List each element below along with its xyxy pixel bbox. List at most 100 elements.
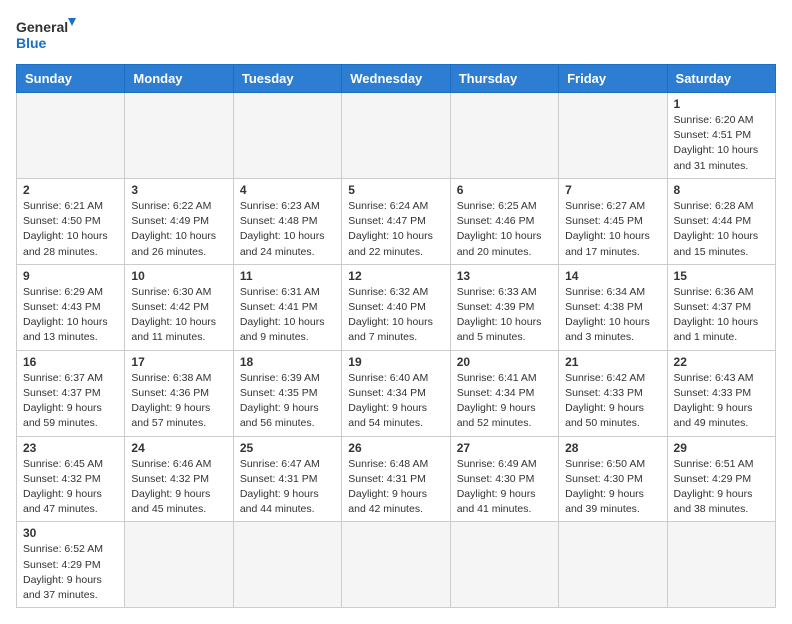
day-info: Sunrise: 6:43 AMSunset: 4:33 PMDaylight:… [674,371,769,432]
day-info: Sunrise: 6:50 AMSunset: 4:30 PMDaylight:… [565,457,660,518]
day-info: Sunrise: 6:23 AMSunset: 4:48 PMDaylight:… [240,199,335,260]
calendar-cell [450,522,558,608]
calendar-cell [233,522,341,608]
calendar-cell: 22 Sunrise: 6:43 AMSunset: 4:33 PMDayligh… [667,350,775,436]
day-number: 23 [23,441,118,455]
calendar-cell: 11 Sunrise: 6:31 AMSunset: 4:41 PMDayligh… [233,264,341,350]
day-number: 5 [348,183,443,197]
calendar-cell: 2 Sunrise: 6:21 AMSunset: 4:50 PMDaylight… [17,178,125,264]
calendar-cell [450,93,558,179]
calendar-cell [559,93,667,179]
day-info: Sunrise: 6:25 AMSunset: 4:46 PMDaylight:… [457,199,552,260]
day-number: 27 [457,441,552,455]
calendar-cell: 27 Sunrise: 6:49 AMSunset: 4:30 PMDayligh… [450,436,558,522]
calendar-cell: 14 Sunrise: 6:34 AMSunset: 4:38 PMDayligh… [559,264,667,350]
day-number: 13 [457,269,552,283]
weekday-header-monday: Monday [125,65,233,93]
day-info: Sunrise: 6:51 AMSunset: 4:29 PMDaylight:… [674,457,769,518]
day-info: Sunrise: 6:49 AMSunset: 4:30 PMDaylight:… [457,457,552,518]
calendar-week-4: 16Sunrise: 6:37 AMSunset: 4:37 PMDayligh… [17,350,776,436]
day-number: 20 [457,355,552,369]
day-number: 22 [674,355,769,369]
calendar-cell: 3 Sunrise: 6:22 AMSunset: 4:49 PMDaylight… [125,178,233,264]
day-info: Sunrise: 6:34 AMSunset: 4:38 PMDaylight:… [565,285,660,346]
calendar-week-1: 1 Sunrise: 6:20 AMSunset: 4:51 PMDaylight… [17,93,776,179]
calendar-cell: 13 Sunrise: 6:33 AMSunset: 4:39 PMDayligh… [450,264,558,350]
svg-text:General: General [16,19,68,35]
calendar-week-3: 9Sunrise: 6:29 AMSunset: 4:43 PMDaylight… [17,264,776,350]
day-info: Sunrise: 6:20 AMSunset: 4:51 PMDaylight:… [674,113,769,174]
calendar-cell [342,522,450,608]
day-info: Sunrise: 6:28 AMSunset: 4:44 PMDaylight:… [674,199,769,260]
page-header: General Blue [16,16,776,56]
calendar-cell: 10Sunrise: 6:30 AMSunset: 4:42 PMDayligh… [125,264,233,350]
calendar-cell: 17Sunrise: 6:38 AMSunset: 4:36 PMDayligh… [125,350,233,436]
day-info: Sunrise: 6:31 AMSunset: 4:41 PMDaylight:… [240,285,335,346]
day-number: 11 [240,269,335,283]
day-number: 6 [457,183,552,197]
calendar-cell: 8 Sunrise: 6:28 AMSunset: 4:44 PMDaylight… [667,178,775,264]
day-number: 8 [674,183,769,197]
day-info: Sunrise: 6:21 AMSunset: 4:50 PMDaylight:… [23,199,118,260]
calendar-cell [125,522,233,608]
logo: General Blue [16,16,76,56]
day-info: Sunrise: 6:32 AMSunset: 4:40 PMDaylight:… [348,285,443,346]
weekday-header-thursday: Thursday [450,65,558,93]
calendar-cell: 16Sunrise: 6:37 AMSunset: 4:37 PMDayligh… [17,350,125,436]
day-number: 24 [131,441,226,455]
svg-text:Blue: Blue [16,35,47,51]
calendar-cell: 19Sunrise: 6:40 AMSunset: 4:34 PMDayligh… [342,350,450,436]
calendar-cell: 26Sunrise: 6:48 AMSunset: 4:31 PMDayligh… [342,436,450,522]
day-number: 26 [348,441,443,455]
day-number: 29 [674,441,769,455]
weekday-header-saturday: Saturday [667,65,775,93]
calendar-cell [342,93,450,179]
day-info: Sunrise: 6:36 AMSunset: 4:37 PMDaylight:… [674,285,769,346]
calendar-cell: 28 Sunrise: 6:50 AMSunset: 4:30 PMDayligh… [559,436,667,522]
weekday-header-sunday: Sunday [17,65,125,93]
calendar-cell: 5 Sunrise: 6:24 AMSunset: 4:47 PMDaylight… [342,178,450,264]
calendar-cell: 29 Sunrise: 6:51 AMSunset: 4:29 PMDayligh… [667,436,775,522]
day-info: Sunrise: 6:33 AMSunset: 4:39 PMDaylight:… [457,285,552,346]
day-number: 14 [565,269,660,283]
calendar-cell: 15 Sunrise: 6:36 AMSunset: 4:37 PMDayligh… [667,264,775,350]
day-info: Sunrise: 6:24 AMSunset: 4:47 PMDaylight:… [348,199,443,260]
calendar-cell: 6 Sunrise: 6:25 AMSunset: 4:46 PMDaylight… [450,178,558,264]
day-number: 1 [674,97,769,111]
day-number: 25 [240,441,335,455]
calendar-cell: 4Sunrise: 6:23 AMSunset: 4:48 PMDaylight… [233,178,341,264]
day-number: 21 [565,355,660,369]
day-info: Sunrise: 6:29 AMSunset: 4:43 PMDaylight:… [23,285,118,346]
calendar-cell: 1 Sunrise: 6:20 AMSunset: 4:51 PMDaylight… [667,93,775,179]
calendar-cell [233,93,341,179]
calendar-cell: 12 Sunrise: 6:32 AMSunset: 4:40 PMDayligh… [342,264,450,350]
day-number: 28 [565,441,660,455]
calendar-cell: 24 Sunrise: 6:46 AMSunset: 4:32 PMDayligh… [125,436,233,522]
calendar-cell [125,93,233,179]
calendar-week-6: 30Sunrise: 6:52 AMSunset: 4:29 PMDayligh… [17,522,776,608]
day-number: 18 [240,355,335,369]
day-number: 16 [23,355,118,369]
day-number: 10 [131,269,226,283]
day-info: Sunrise: 6:27 AMSunset: 4:45 PMDaylight:… [565,199,660,260]
calendar-cell: 20 Sunrise: 6:41 AMSunset: 4:34 PMDayligh… [450,350,558,436]
weekday-header-wednesday: Wednesday [342,65,450,93]
day-number: 15 [674,269,769,283]
day-info: Sunrise: 6:22 AMSunset: 4:49 PMDaylight:… [131,199,226,260]
day-number: 12 [348,269,443,283]
day-info: Sunrise: 6:41 AMSunset: 4:34 PMDaylight:… [457,371,552,432]
day-info: Sunrise: 6:39 AMSunset: 4:35 PMDaylight:… [240,371,335,432]
day-info: Sunrise: 6:46 AMSunset: 4:32 PMDaylight:… [131,457,226,518]
day-info: Sunrise: 6:52 AMSunset: 4:29 PMDaylight:… [23,542,118,603]
calendar-week-5: 23Sunrise: 6:45 AMSunset: 4:32 PMDayligh… [17,436,776,522]
logo-svg: General Blue [16,16,76,56]
day-number: 3 [131,183,226,197]
weekday-header-tuesday: Tuesday [233,65,341,93]
day-info: Sunrise: 6:42 AMSunset: 4:33 PMDaylight:… [565,371,660,432]
calendar-cell: 21 Sunrise: 6:42 AMSunset: 4:33 PMDayligh… [559,350,667,436]
calendar-week-2: 2 Sunrise: 6:21 AMSunset: 4:50 PMDaylight… [17,178,776,264]
day-number: 17 [131,355,226,369]
calendar-cell [559,522,667,608]
weekday-header-friday: Friday [559,65,667,93]
day-number: 2 [23,183,118,197]
